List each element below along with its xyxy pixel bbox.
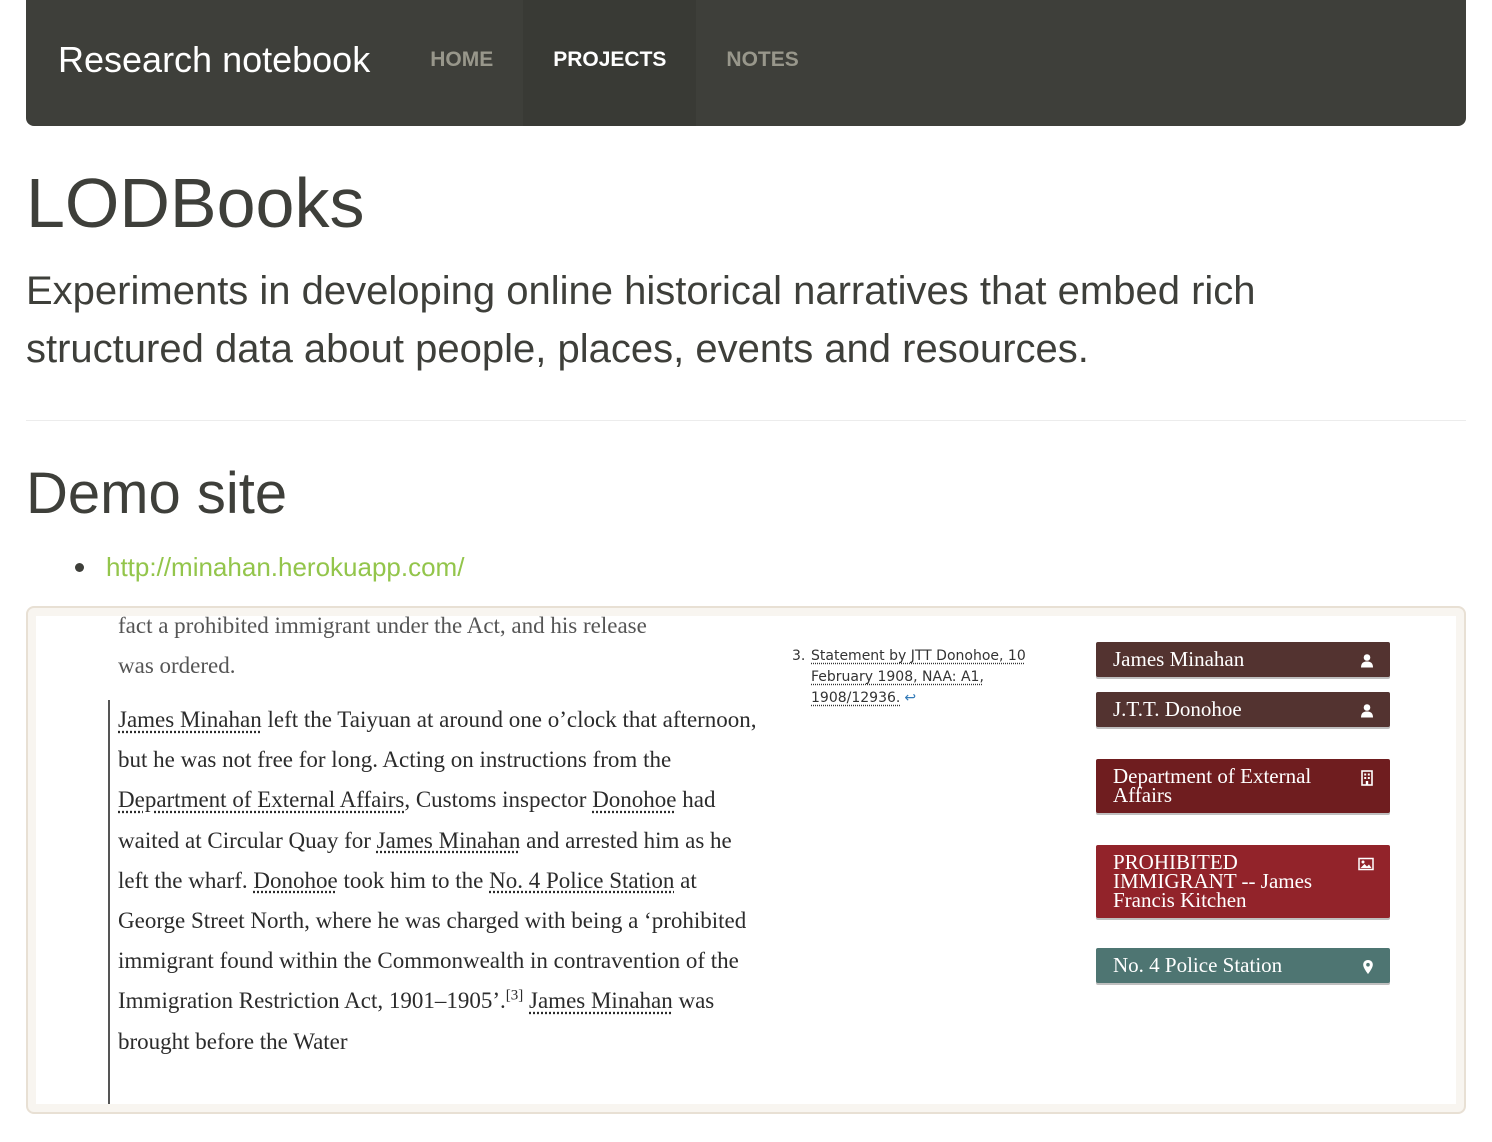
divider [26,420,1466,421]
previous-paragraph: fact a prohibited immigrant under the Ac… [118,616,758,686]
entity-link-person[interactable]: James Minahan [377,828,521,853]
demo-screenshot: fact a prohibited immigrant under the Ac… [26,606,1466,1114]
entity-link-person[interactable]: James Minahan [529,988,673,1013]
nav-item-notes[interactable]: NOTES [696,0,828,126]
entity-tag-place[interactable]: No. 4 Police Station [1096,948,1390,983]
bullet-icon [75,563,84,572]
tag-label: J.T.T. Donohoe [1113,697,1242,721]
entity-link-person[interactable]: James Minahan [118,707,262,732]
tag-label: PROHIBITED IMMIGRANT -- James Francis Ki… [1113,850,1313,912]
nav-item-home[interactable]: HOME [400,0,523,126]
tag-label: No. 4 Police Station [1113,953,1283,977]
entity-tag-organisation[interactable]: Department of External Affairs [1096,759,1390,813]
entity-tag-person[interactable]: J.T.T. Donohoe [1096,692,1390,727]
blockquote-bar [108,700,110,1104]
entity-link-organisation[interactable]: Department of External Affairs [118,787,404,812]
navbar: Research notebook HOME PROJECTS NOTES [26,0,1466,126]
picture-icon [1358,857,1374,871]
footnote-number: 3. [792,648,806,664]
brand-link[interactable]: Research notebook [26,0,400,126]
screenshot-content: fact a prohibited immigrant under the Ac… [36,616,1456,1104]
entity-link-person[interactable]: Donohoe [253,868,337,893]
entity-tag-person[interactable]: James Minahan [1096,642,1390,677]
list-item: http://minahan.herokuapp.com/ [70,545,464,589]
demo-link-list: http://minahan.herokuapp.com/ [70,545,464,589]
narrative-paragraph: James Minahan left the Taiyuan at around… [118,700,758,1062]
footnote-back-link[interactable]: ↩ [904,690,916,706]
building-icon [1361,770,1373,786]
page-lead: Experiments in developing online histori… [26,269,1256,371]
entity-link-person[interactable]: Donohoe [592,787,676,812]
person-icon [1361,704,1373,718]
previous-line: was ordered. [118,653,236,679]
person-icon [1361,654,1373,668]
demo-site-link[interactable]: http://minahan.herokuapp.com/ [106,552,464,582]
demo-heading: Demo site [26,461,288,526]
footnote-text: Statement by JTT Donohoe, 10 February 19… [811,648,1026,706]
nav-item-projects[interactable]: PROJECTS [523,0,697,126]
text-span: , Customs inspector [404,787,593,813]
page-title: LODBooks [26,164,365,242]
map-marker-icon [1363,960,1373,974]
tag-label: Department of External Affairs [1113,764,1312,807]
entity-tag-image[interactable]: PROHIBITED IMMIGRANT -- James Francis Ki… [1096,845,1390,918]
tag-label: James Minahan [1113,647,1245,671]
footnote-ref[interactable]: [3] [506,988,524,1004]
entity-link-place[interactable]: No. 4 Police Station [489,868,674,893]
previous-line: fact a prohibited immigrant under the Ac… [118,616,647,638]
text-span: took him to the [337,867,490,893]
footnote: 3. Statement by JTT Donohoe, 10 February… [792,646,1052,709]
